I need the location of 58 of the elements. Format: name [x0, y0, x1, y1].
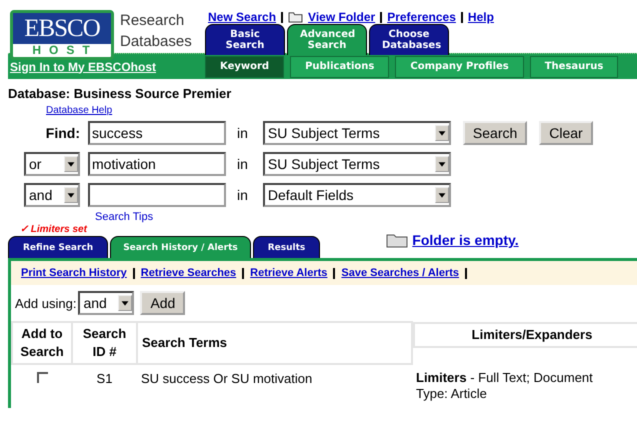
- search-tab[interactable]: Choose Databases: [369, 24, 449, 55]
- search-input[interactable]: motivation: [88, 152, 226, 176]
- limiters-status: ✓ Limiters set: [20, 223, 88, 235]
- caret-icon: [118, 295, 132, 311]
- table-cell: S1: [72, 364, 137, 408]
- logo-text: EBSCO: [13, 13, 111, 44]
- add-using-label: Add using:: [15, 296, 76, 310]
- caret-icon: [64, 156, 78, 172]
- caret-icon: [434, 125, 449, 141]
- in-label: in: [237, 125, 248, 141]
- caret-icon: [434, 156, 449, 172]
- search-mode-tab[interactable]: Keyword: [205, 56, 284, 78]
- operator-dropdown[interactable]: and: [24, 183, 80, 207]
- table-cell: SU success Or SU motivation: [137, 364, 412, 408]
- in-label: in: [237, 187, 248, 203]
- history-link[interactable]: Print Search History: [21, 267, 127, 279]
- sign-in-link[interactable]: Sign In to My EBSCOhost: [8, 60, 205, 74]
- field-dropdown[interactable]: SU Subject Terms: [262, 121, 451, 145]
- find-label: Find:: [46, 125, 80, 141]
- nav-link[interactable]: View Folder: [308, 10, 376, 24]
- logo-caption: Research: [120, 11, 186, 31]
- action-button[interactable]: Search: [462, 121, 528, 145]
- logo-subtext: HOST: [31, 44, 98, 56]
- panel-tab[interactable]: Results: [252, 236, 320, 258]
- nav-link[interactable]: New Search: [208, 10, 276, 24]
- history-link[interactable]: Save Searches / Alerts: [341, 267, 460, 279]
- caret-icon: [64, 187, 78, 203]
- field-dropdown[interactable]: Default Fields: [262, 183, 451, 207]
- panel-tab[interactable]: Refine Search: [8, 236, 108, 258]
- nav-link[interactable]: Help: [468, 10, 494, 24]
- search-input[interactable]: [88, 183, 226, 207]
- column-header: Search Terms: [137, 322, 412, 364]
- search-tab[interactable]: Basic Search: [205, 24, 285, 55]
- column-header: Search ID #: [72, 322, 137, 364]
- column-header: Add to Search: [12, 322, 72, 364]
- panel-tab[interactable]: Search History / Alerts: [110, 236, 251, 258]
- history-link[interactable]: Retrieve Searches: [140, 267, 236, 279]
- caret-icon: [434, 187, 449, 203]
- database-help-link[interactable]: Database Help: [46, 105, 637, 116]
- database-title: Database: Business Source Premier: [8, 86, 232, 101]
- in-label: in: [237, 156, 248, 172]
- table-cell-text: Type: Article: [416, 386, 488, 402]
- folder-link[interactable]: Folder is empty.: [412, 232, 519, 248]
- table-cell-text: Limiters - Full Text; Document: [416, 370, 594, 386]
- folder-icon: [386, 232, 408, 248]
- search-input[interactable]: success: [88, 121, 226, 145]
- operator-dropdown[interactable]: and: [78, 291, 134, 315]
- add-button[interactable]: Add: [140, 291, 186, 315]
- nav-link[interactable]: Preferences: [387, 10, 456, 24]
- search-tips-link[interactable]: Search Tips: [95, 211, 637, 223]
- logo-caption: Databases: [120, 32, 192, 52]
- search-tab[interactable]: Advanced Search: [287, 24, 367, 55]
- checkbox[interactable]: [36, 372, 48, 383]
- field-dropdown[interactable]: SU Subject Terms: [262, 152, 451, 176]
- operator-dropdown[interactable]: or: [24, 152, 80, 176]
- column-header: Limiters/Expanders: [413, 322, 637, 348]
- action-button[interactable]: Clear: [539, 121, 593, 145]
- history-link[interactable]: Retrieve Alerts: [250, 267, 328, 279]
